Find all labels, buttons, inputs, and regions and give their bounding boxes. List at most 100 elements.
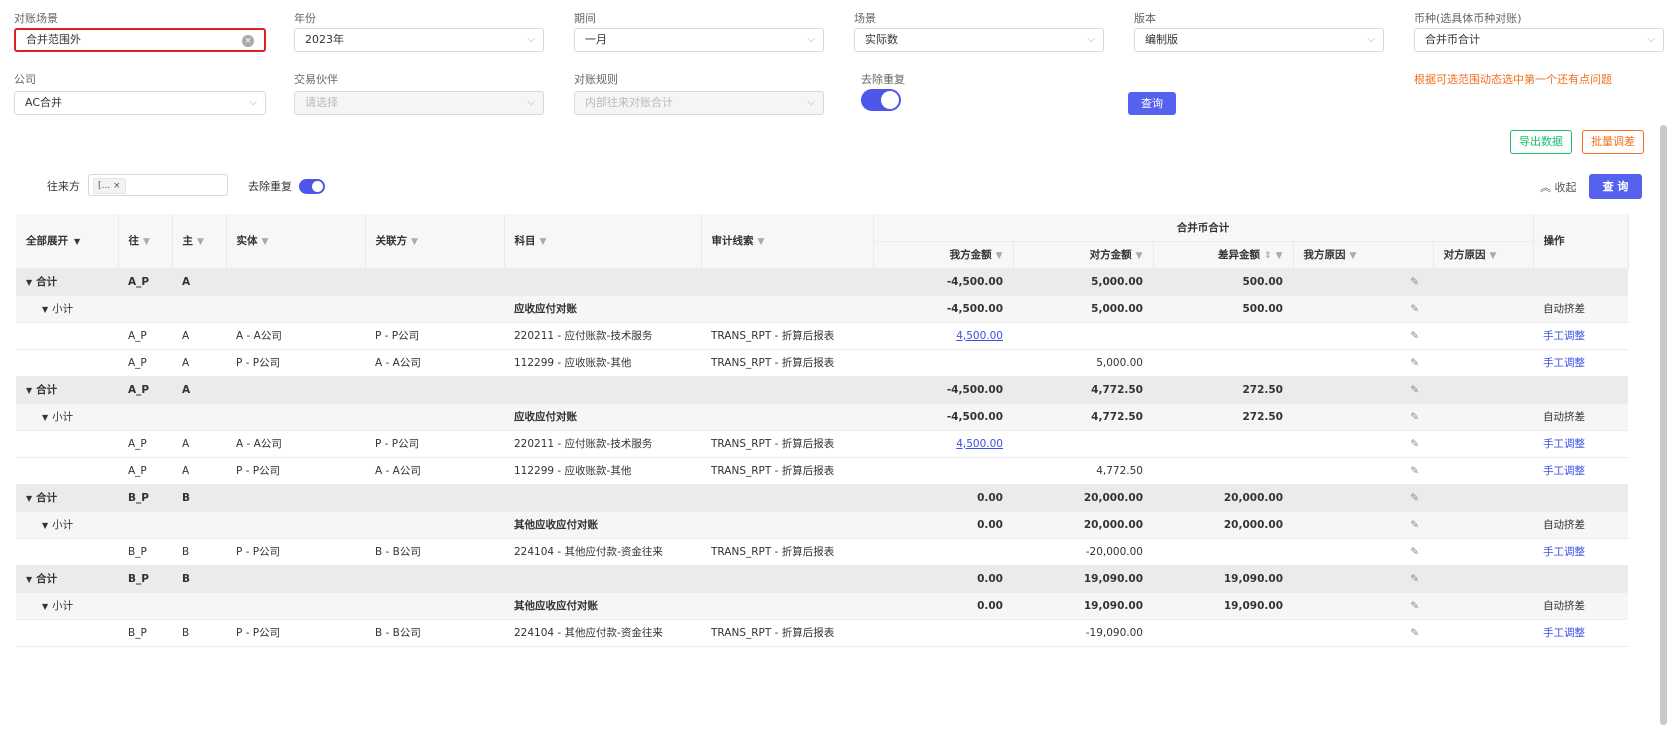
expand-cell[interactable]: ▼ 合计 [16,565,118,593]
filter-icon[interactable]: ▼ [1276,251,1283,261]
edit-icon[interactable]: ✎ [1410,573,1419,585]
diff-cell [1153,538,1293,566]
filter-icon[interactable]: ▼ [262,237,269,247]
company-select[interactable]: AC合并 ⌵ [14,91,266,115]
expand-cell[interactable]: ▼ 小计 [16,511,118,539]
edit-icon[interactable]: ✎ [1410,519,1419,531]
manual-adjust-link[interactable]: 手工调整 [1543,465,1585,477]
diff-cell: 20,000.00 [1153,511,1293,539]
ours-cell: 0.00 [873,592,1013,620]
company-label: 公司 [14,73,36,86]
filter-icon[interactable]: ▼ [1136,251,1143,261]
edit-icon[interactable]: ✎ [1410,627,1419,639]
edit-icon[interactable]: ✎ [1410,546,1419,558]
close-icon[interactable]: × [113,181,121,191]
zhu-cell [172,592,226,620]
audit-cell [701,295,873,323]
audit-cell: TRANS_RPT - 折算后报表 [701,349,873,377]
operation-cell: 手工调整 [1533,322,1629,350]
expand-cell[interactable]: ▼ 小计 [16,592,118,620]
caret-down-icon: ▼ [74,237,81,247]
filter-icon[interactable]: ▼ [1350,251,1357,261]
scenario-select[interactable]: 实际数 ⌵ [854,28,1104,52]
counterparty-select[interactable]: [... × [88,174,228,196]
their-reason-cell [1433,565,1534,593]
filter-icon[interactable]: ▼ [1490,251,1497,261]
operation-cell [1533,268,1629,296]
dedup-label: 去除重复 [861,73,905,86]
export-button[interactable]: 导出数据 [1510,130,1572,154]
batch-adjust-button[interactable]: 批量调差 [1582,130,1644,154]
edit-icon[interactable]: ✎ [1410,492,1419,504]
edit-icon[interactable]: ✎ [1410,384,1419,396]
expand-cell[interactable]: ▼ 合计 [16,268,118,296]
zhu-cell: A [172,322,226,350]
table-query-button[interactable]: 查 询 [1589,174,1642,199]
sort-icon[interactable]: ⇕ [1264,251,1272,261]
query-button[interactable]: 查询 [1128,92,1176,115]
version-label: 版本 [1134,12,1156,25]
edit-icon[interactable]: ✎ [1410,330,1419,342]
entity-cell [226,268,365,296]
diff-cell: 272.50 [1153,376,1293,404]
their-reason-cell [1433,619,1534,647]
dedup-toggle[interactable] [861,89,901,111]
period-label: 期间 [574,12,596,25]
expand-cell[interactable]: ▼ 小计 [16,403,118,431]
expand-cell[interactable]: ▼ 合计 [16,376,118,404]
year-select[interactable]: 2023年 ⌵ [294,28,544,52]
edit-icon[interactable]: ✎ [1410,303,1419,315]
caret-down-icon: ▼ [26,278,33,287]
account-cell [504,268,701,296]
expand-cell[interactable]: ▼ 小计 [16,295,118,323]
header-expand-all[interactable]: 全部展开 ▼ [16,214,119,269]
filter-icon[interactable]: ▼ [758,237,765,247]
manual-adjust-link[interactable]: 手工调整 [1543,357,1585,369]
vertical-scrollbar[interactable] [1660,125,1667,725]
clear-icon[interactable]: × [242,35,254,47]
version-select[interactable]: 编制版 ⌵ [1134,28,1384,52]
partner-label: 交易伙伴 [294,73,338,86]
manual-adjust-link[interactable]: 手工调整 [1543,438,1585,450]
edit-icon[interactable]: ✎ [1410,465,1419,477]
filter-icon[interactable]: ▼ [143,237,150,247]
manual-adjust-link[interactable]: 手工调整 [1543,546,1585,558]
operation-cell: 自动挤差 [1533,511,1629,539]
ours-cell [873,619,1013,647]
header-audit: 审计线索 ▼ [701,214,874,269]
zhu-cell [172,511,226,539]
table-dedup-toggle[interactable] [299,179,325,194]
scene-select[interactable]: 合并范围外 × [14,28,266,52]
ours-amount-link[interactable]: 4,500.00 [956,330,1003,342]
edit-icon[interactable]: ✎ [1410,438,1419,450]
wang-cell: A_P [118,268,172,296]
audit-cell [701,484,873,512]
edit-icon[interactable]: ✎ [1410,357,1419,369]
table-row: B_P B P - P公司 B - B公司 224104 - 其他应付款-资金往来 TRA… [16,619,1629,647]
edit-icon[interactable]: ✎ [1410,276,1419,288]
chevron-down-icon: ⌵ [527,34,535,45]
filter-icon[interactable]: ▼ [540,237,547,247]
diff-cell: 500.00 [1153,295,1293,323]
filter-icon[interactable]: ▼ [996,251,1003,261]
filter-icon[interactable]: ▼ [411,237,418,247]
theirs-cell: -20,000.00 [1013,538,1153,566]
our-reason-cell: ✎ [1293,430,1433,458]
edit-icon[interactable]: ✎ [1410,600,1419,612]
filter-icon[interactable]: ▼ [197,237,204,247]
currency-select[interactable]: 合并币合计 ⌵ [1414,28,1664,52]
partner-select[interactable]: 请选择 ⌵ [294,91,544,115]
edit-icon[interactable]: ✎ [1410,411,1419,423]
our-reason-cell: ✎ [1293,619,1433,647]
header-entity: 实体 ▼ [226,214,366,269]
rule-select[interactable]: 内部往来对账合计 ⌵ [574,91,824,115]
entity-cell: P - P公司 [226,538,365,566]
period-select[interactable]: 一月 ⌵ [574,28,824,52]
ours-amount-link[interactable]: 4,500.00 [956,438,1003,450]
table-body: ▼ 合计 A_P A -4,500.00 5,000.00 500.00 ✎ ▼ 小计 应收应付对账… [16,268,1629,647]
collapse-toggle[interactable]: ︽ 收起 [1540,179,1577,195]
manual-adjust-link[interactable]: 手工调整 [1543,330,1585,342]
manual-adjust-link[interactable]: 手工调整 [1543,627,1585,639]
their-reason-cell [1433,403,1534,431]
expand-cell[interactable]: ▼ 合计 [16,484,118,512]
